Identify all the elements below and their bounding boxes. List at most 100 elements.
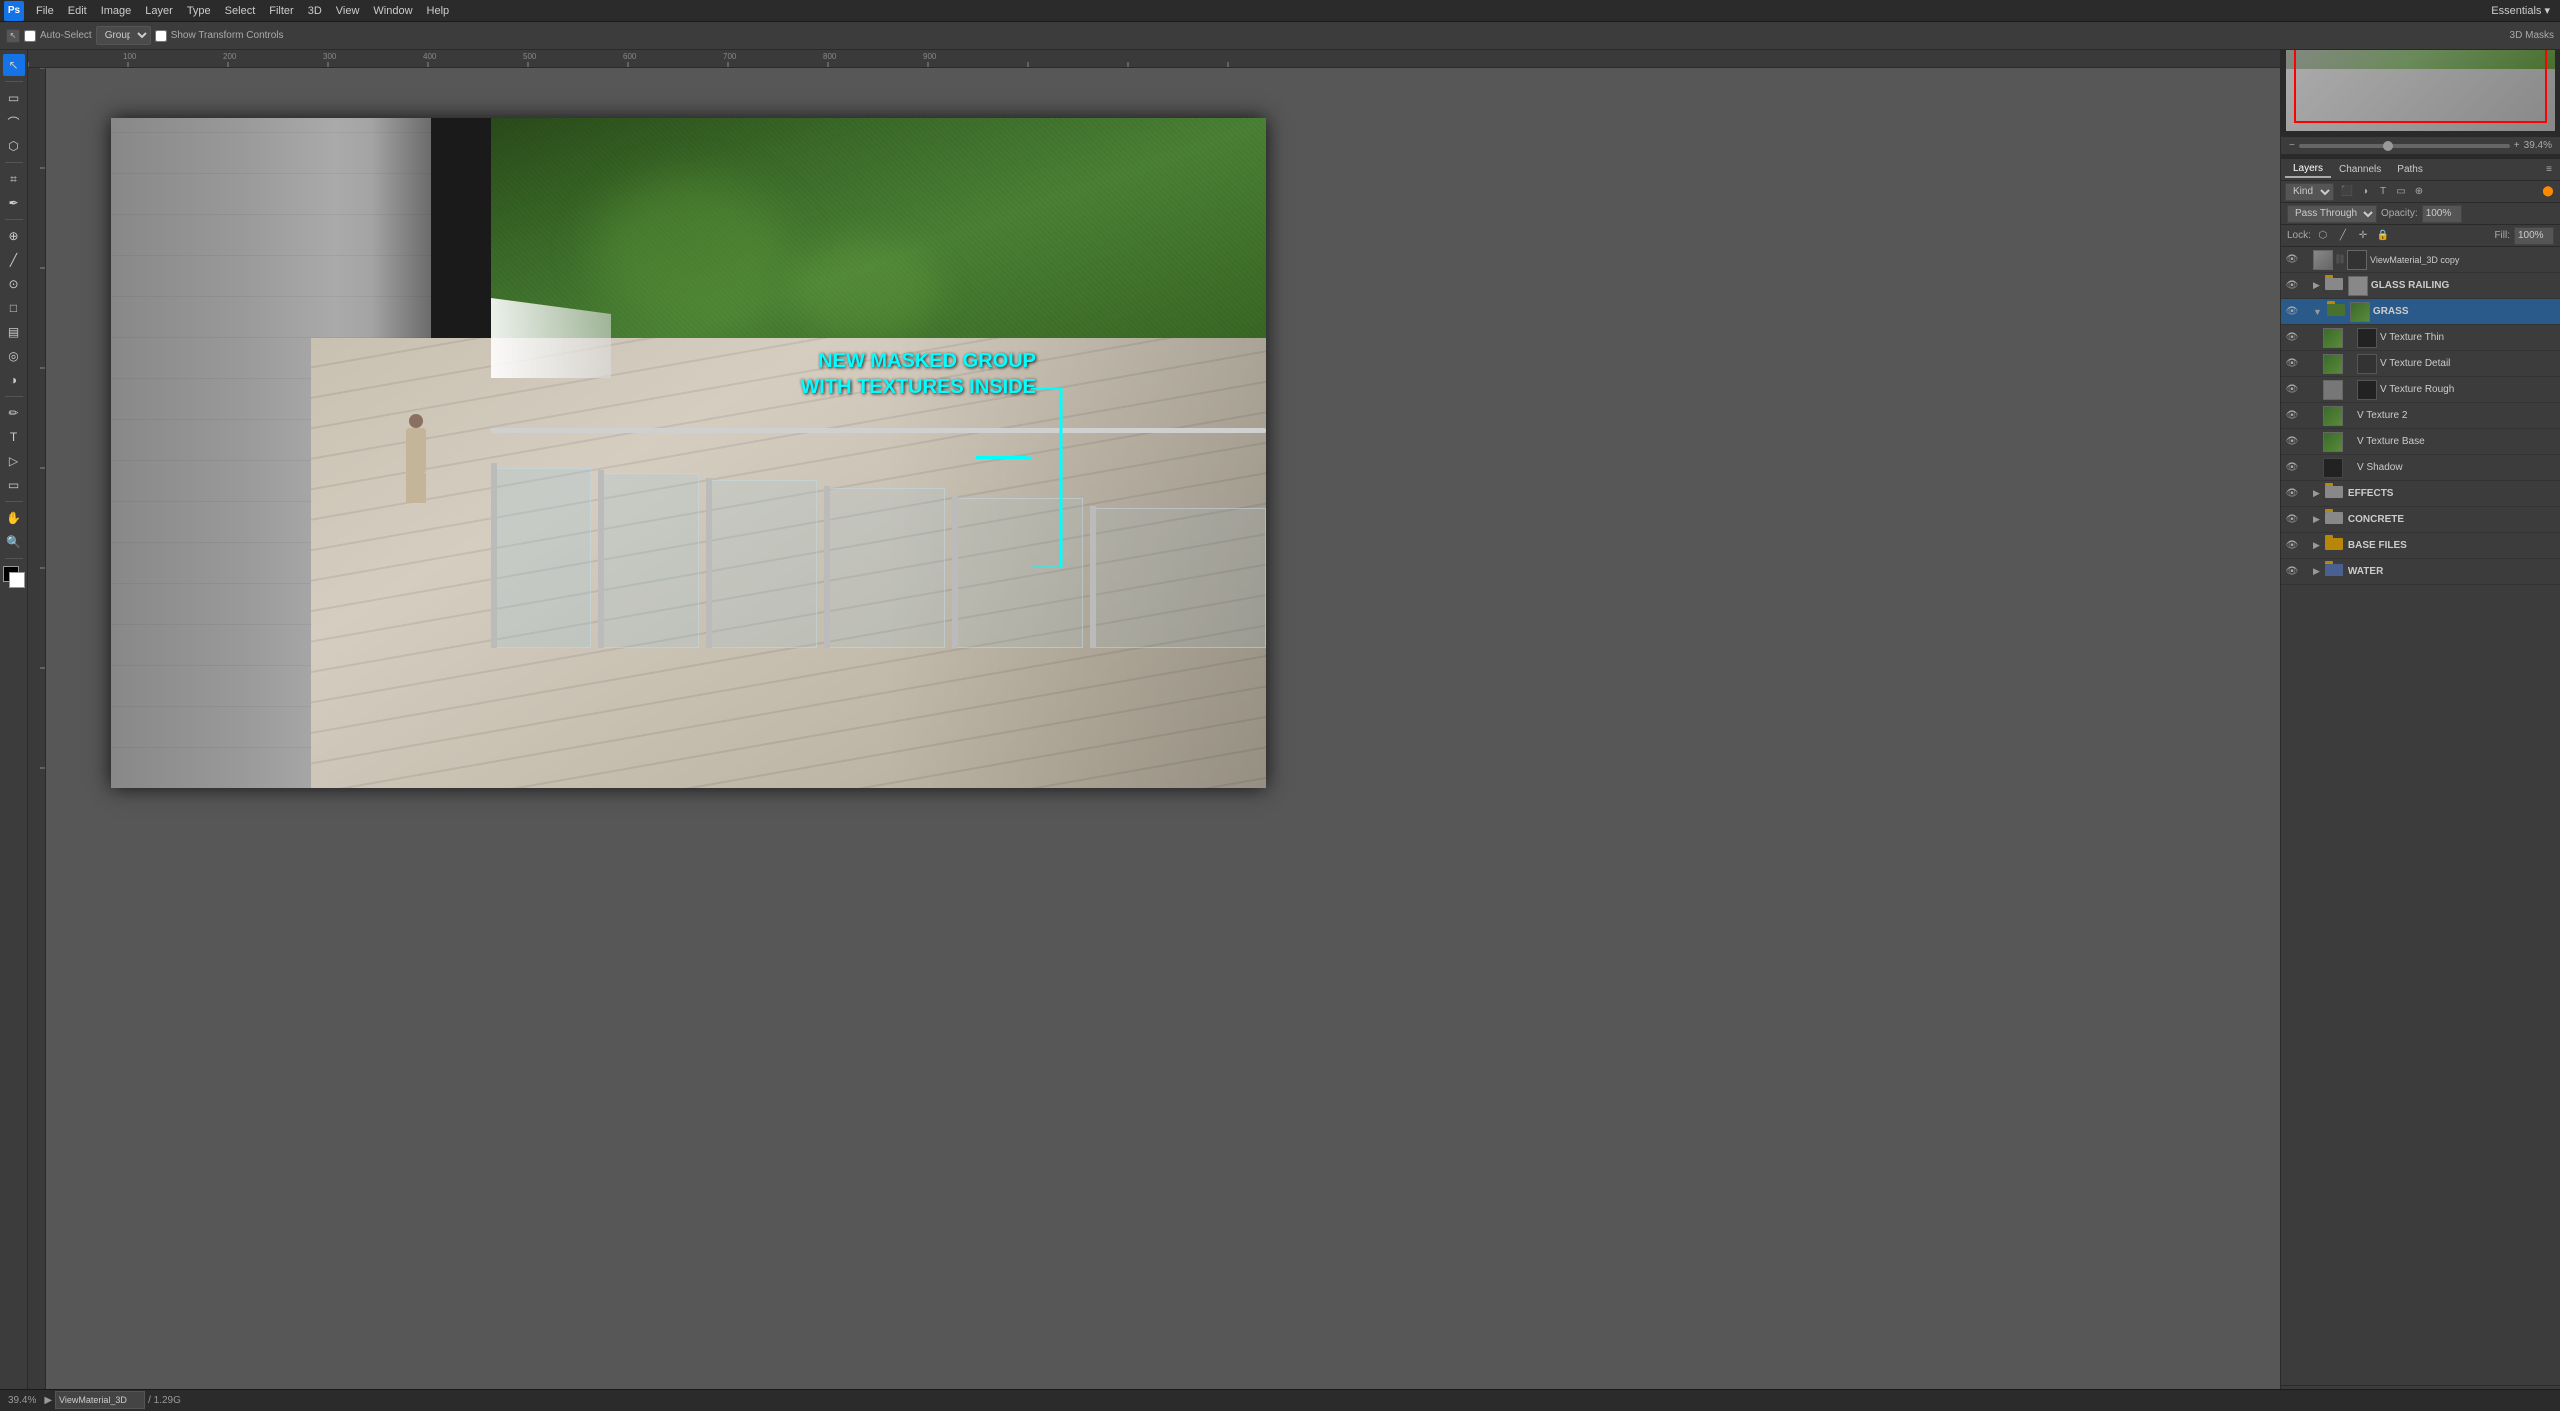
- menu-help[interactable]: Help: [421, 3, 456, 19]
- layer-viewmat[interactable]: 👁 ⛓ ViewMaterial_3D copy: [2281, 247, 2560, 273]
- layer-grass[interactable]: 👁 ▼ GRASS: [2281, 299, 2560, 325]
- filter-type-icon[interactable]: T: [2375, 184, 2391, 200]
- menu-type[interactable]: Type: [181, 3, 217, 19]
- marquee-tool[interactable]: ▭: [3, 87, 25, 109]
- layer-eye-glass-railing[interactable]: 👁: [2285, 279, 2299, 293]
- layer-eye-v-texture-rough[interactable]: 👁: [2285, 383, 2299, 397]
- layer-v-texture-base[interactable]: 👁 V Texture Base: [2281, 429, 2560, 455]
- layer-eye-concrete[interactable]: 👁: [2285, 513, 2299, 527]
- lock-all-icon[interactable]: 🔒: [2375, 228, 2391, 244]
- toolbar-divider-4: [5, 396, 23, 397]
- menu-edit[interactable]: Edit: [62, 3, 93, 19]
- layer-v-texture-thin[interactable]: 👁 V Texture Thin: [2281, 325, 2560, 351]
- layer-eye-grass[interactable]: 👁: [2285, 305, 2299, 319]
- layer-eye-v-texture-2[interactable]: 👁: [2285, 409, 2299, 423]
- menu-window[interactable]: Window: [367, 3, 418, 19]
- path-tool[interactable]: ▷: [3, 450, 25, 472]
- menu-filter[interactable]: Filter: [263, 3, 299, 19]
- fill-label-text: Fill:: [2494, 230, 2510, 241]
- blend-mode-select[interactable]: Pass Through Normal Multiply Screen Over…: [2287, 205, 2377, 223]
- brush-tool[interactable]: ╱: [3, 249, 25, 271]
- clone-tool[interactable]: ⊙: [3, 273, 25, 295]
- layer-water[interactable]: 👁 ▶ WATER: [2281, 559, 2560, 585]
- menu-select[interactable]: Select: [219, 3, 262, 19]
- tab-paths[interactable]: Paths: [2389, 162, 2431, 177]
- layer-expand-glass-railing[interactable]: ▶: [2313, 280, 2320, 291]
- menu-view[interactable]: View: [330, 3, 366, 19]
- layer-mask-v-texture-rough: [2357, 380, 2377, 400]
- auto-select-checkbox[interactable]: [24, 30, 36, 42]
- zoom-out-icon[interactable]: −: [2289, 140, 2295, 151]
- lock-transparent-icon[interactable]: ⬡: [2315, 228, 2331, 244]
- eyedropper-tool[interactable]: ✒: [3, 192, 25, 214]
- move-tool[interactable]: ↖: [3, 54, 25, 76]
- menu-essentials[interactable]: Essentials ▾: [2485, 2, 2556, 19]
- canvas-area[interactable]: NEW MASKED GROUP WITH TEXTURES INSIDE: [46, 68, 2280, 1389]
- menu-file[interactable]: File: [30, 3, 60, 19]
- layer-eye-base-files[interactable]: 👁: [2285, 539, 2299, 553]
- layer-v-shadow[interactable]: 👁 V Shadow: [2281, 455, 2560, 481]
- menu-3d[interactable]: 3D: [302, 3, 328, 19]
- zoom-tool[interactable]: 🔍: [3, 531, 25, 553]
- layer-base-files[interactable]: 👁 ▶ BASE FILES: [2281, 533, 2560, 559]
- zoom-slider[interactable]: [2299, 144, 2510, 148]
- blur-tool[interactable]: ◎: [3, 345, 25, 367]
- layer-expand-water[interactable]: ▶: [2313, 566, 2320, 577]
- canvas-tab[interactable]: ViewMaterial_3D: [55, 1391, 145, 1409]
- ruler-top: 100 200 300 400 500 600 700 800 900: [28, 50, 2280, 68]
- layers-list[interactable]: 👁 ⛓ ViewMaterial_3D copy 👁 ▶ GLASS RAILI…: [2281, 247, 2560, 1385]
- menu-layer[interactable]: Layer: [139, 3, 179, 19]
- layer-eye-v-shadow[interactable]: 👁: [2285, 461, 2299, 475]
- pen-tool[interactable]: ✏: [3, 402, 25, 424]
- fill-input[interactable]: [2514, 227, 2554, 245]
- zoom-in-icon[interactable]: +: [2514, 140, 2520, 151]
- filter-smart-icon[interactable]: ⊕: [2411, 184, 2427, 200]
- filter-shape-icon[interactable]: ▭: [2393, 184, 2409, 200]
- layer-v-texture-detail[interactable]: 👁 V Texture Detail: [2281, 351, 2560, 377]
- layer-eye-v-texture-detail[interactable]: 👁: [2285, 357, 2299, 371]
- layer-v-texture-rough[interactable]: 👁 V Texture Rough: [2281, 377, 2560, 403]
- layer-expand-base-files[interactable]: ▶: [2313, 540, 2320, 551]
- layer-eye-v-texture-base[interactable]: 👁: [2285, 435, 2299, 449]
- hand-tool[interactable]: ✋: [3, 507, 25, 529]
- layer-expand-effects[interactable]: ▶: [2313, 488, 2320, 499]
- tab-layers[interactable]: Layers: [2285, 161, 2331, 178]
- layers-panel-menu[interactable]: ≡: [2542, 164, 2556, 175]
- layer-kind-select[interactable]: Kind: [2285, 183, 2334, 201]
- layer-eye-viewmat[interactable]: 👁: [2285, 253, 2299, 267]
- menu-image[interactable]: Image: [95, 3, 138, 19]
- quick-select-tool[interactable]: ⬡: [3, 135, 25, 157]
- lock-brush-icon[interactable]: ╱: [2335, 228, 2351, 244]
- layer-filter-toggle[interactable]: ⬤: [2540, 184, 2556, 200]
- layer-thumb-v-texture-thin: [2323, 328, 2343, 348]
- lock-position-icon[interactable]: ✛: [2355, 228, 2371, 244]
- layer-eye-v-texture-thin[interactable]: 👁: [2285, 331, 2299, 345]
- layer-expand-concrete[interactable]: ▶: [2313, 514, 2320, 525]
- lasso-tool[interactable]: ⌒: [3, 111, 25, 133]
- tab-channels[interactable]: Channels: [2331, 162, 2389, 177]
- transform-checkbox[interactable]: [155, 30, 167, 42]
- fg-bg-colors[interactable]: [3, 566, 25, 588]
- shape-tool[interactable]: ▭: [3, 474, 25, 496]
- layer-v-texture-2[interactable]: 👁 V Texture 2: [2281, 403, 2560, 429]
- layer-concrete[interactable]: 👁 ▶ CONCRETE: [2281, 507, 2560, 533]
- gradient-tool[interactable]: ▤: [3, 321, 25, 343]
- auto-select-mode[interactable]: Group Layer: [96, 26, 151, 45]
- filter-pixel-icon[interactable]: ⬛: [2339, 184, 2355, 200]
- filter-adjustment-icon[interactable]: ◑: [2357, 184, 2373, 200]
- layer-folder-glass-railing: [2325, 278, 2345, 294]
- eraser-tool[interactable]: □: [3, 297, 25, 319]
- opacity-input[interactable]: [2422, 205, 2462, 223]
- layer-eye-water[interactable]: 👁: [2285, 565, 2299, 579]
- dodge-tool[interactable]: ◑: [3, 369, 25, 391]
- layer-effects[interactable]: 👁 ▶ EFFECTS: [2281, 481, 2560, 507]
- status-bar: 39.4% ▶ Doc: Doc: 39.79M / 1.29G ViewMat…: [0, 1389, 2560, 1411]
- layer-expand-grass[interactable]: ▼: [2313, 307, 2322, 317]
- status-zoom[interactable]: 39.4%: [8, 1395, 36, 1406]
- layer-glass-railing[interactable]: 👁 ▶ GLASS RAILING: [2281, 273, 2560, 299]
- crop-tool[interactable]: ⌗: [3, 168, 25, 190]
- zoom-slider-thumb[interactable]: [2383, 141, 2393, 151]
- type-tool[interactable]: T: [3, 426, 25, 448]
- layer-eye-effects[interactable]: 👁: [2285, 487, 2299, 501]
- healing-tool[interactable]: ⊕: [3, 225, 25, 247]
